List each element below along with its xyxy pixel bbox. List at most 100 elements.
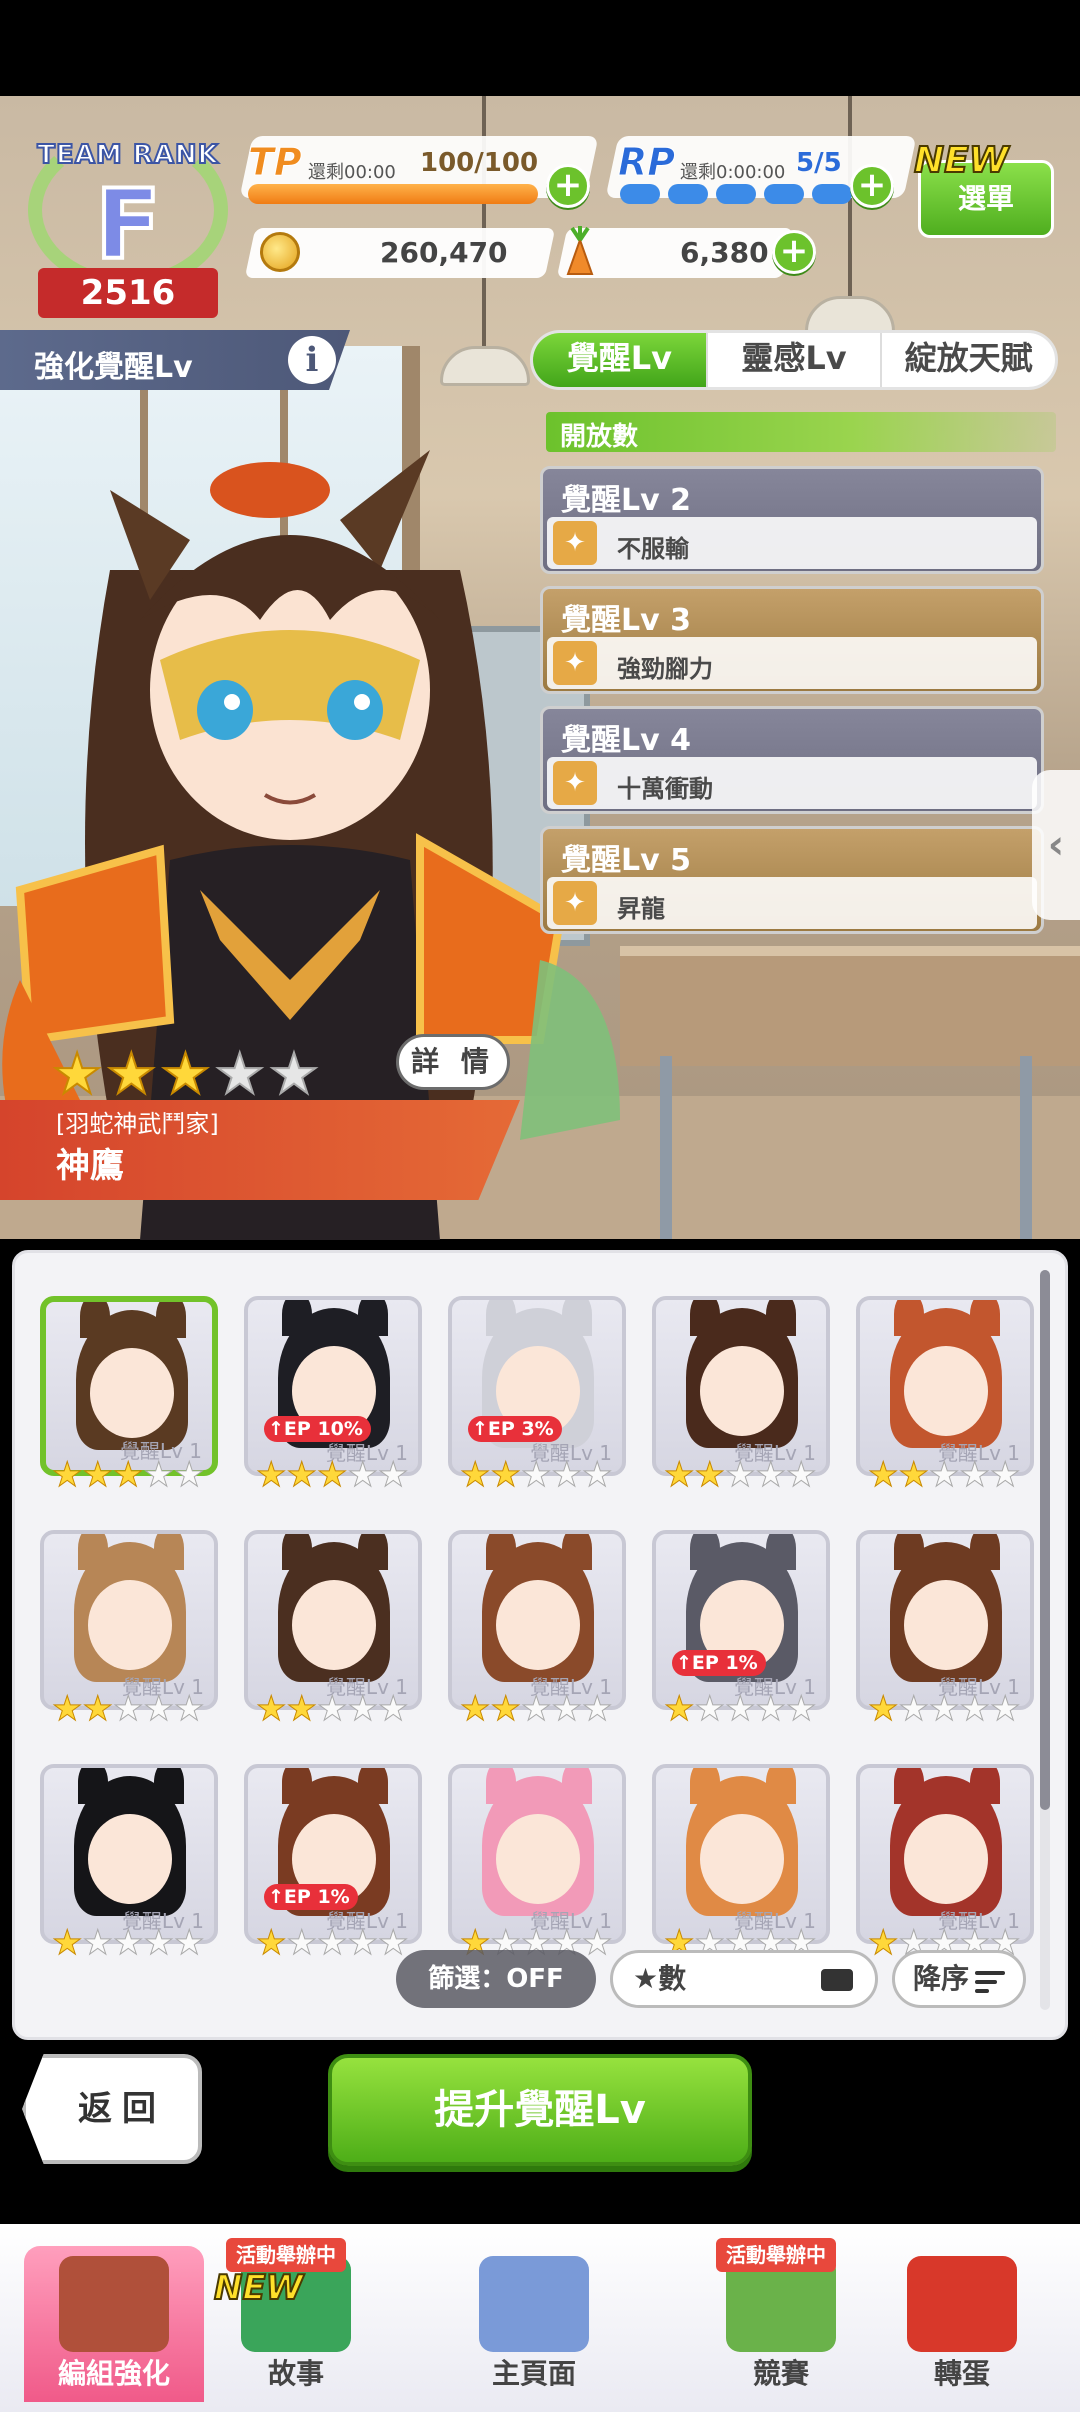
star-icon: ★	[867, 1455, 899, 1495]
nav-label: 故事	[267, 2357, 324, 2390]
money-value: 260,470	[380, 236, 508, 269]
team-rank-score: 2516	[38, 268, 218, 318]
star-icon: ★	[112, 1689, 144, 1729]
star-icon: ★	[286, 1923, 318, 1963]
awakening-level: 覺醒Lv 2	[561, 483, 691, 518]
star-icon: ★	[255, 1455, 287, 1495]
upgrade-awakening-button[interactable]: 提升覺醒Lv	[328, 2054, 752, 2166]
star-icon: ★	[898, 1455, 930, 1495]
back-button[interactable]: 返回	[22, 2054, 202, 2164]
sort-lines-icon	[975, 1971, 1005, 1998]
star-icon: ★	[785, 1689, 817, 1729]
star-icon: ★	[694, 1455, 726, 1495]
nav-gacha[interactable]: 轉蛋	[872, 2246, 1052, 2402]
awakening-card-lv5[interactable]: 覺醒Lv 5 ✦ 昇龍	[540, 826, 1044, 934]
rp-dot	[716, 184, 756, 204]
character-card[interactable]: 覺醒Lv 1	[856, 1296, 1034, 1476]
awakening-level: 覺醒Lv 4	[561, 723, 691, 758]
star-icon: ★	[173, 1923, 205, 1963]
character-card[interactable]: 覺醒Lv 1 ↑EP 1%	[652, 1530, 830, 1710]
awakening-card-lv2[interactable]: 覺醒Lv 2 ✦ 不服輸	[540, 466, 1044, 574]
desk	[620, 946, 1080, 1066]
carat-value: 6,380	[680, 236, 769, 269]
character-card[interactable]: 覺醒Lv 1	[448, 1530, 626, 1710]
order-label: 降序	[913, 1962, 970, 1995]
tab-bloom-talent[interactable]: 綻放天賦	[882, 333, 1055, 387]
star-icon: ★	[867, 1923, 899, 1963]
nav-label: 轉蛋	[933, 2357, 990, 2390]
character-card[interactable]: 覺醒Lv 1	[448, 1764, 626, 1944]
tab-awakening-lv[interactable]: 覺醒Lv	[533, 333, 708, 387]
nav-team-upgrade[interactable]: 編組強化	[24, 2246, 204, 2402]
star-icon: ★	[959, 1689, 991, 1729]
character-card[interactable]: 覺醒Lv 1	[40, 1530, 218, 1710]
character-card[interactable]: 覺醒Lv 1	[244, 1530, 422, 1710]
rp-count: 5/5	[796, 148, 842, 178]
star-icon: ★	[663, 1455, 695, 1495]
info-button[interactable]: i	[288, 336, 336, 384]
star-icon: ★	[989, 1455, 1021, 1495]
order-button[interactable]: 降序	[892, 1950, 1026, 2008]
star-icon: ★	[377, 1689, 409, 1729]
team-rank-title: TEAM RANK	[36, 139, 219, 171]
detail-button[interactable]: 詳 情	[396, 1034, 510, 1090]
character-card[interactable]: 覺醒Lv 1	[856, 1530, 1034, 1710]
tp-add-button[interactable]: +	[546, 164, 590, 208]
rp-dot	[764, 184, 804, 204]
running-skill-icon: ✦	[553, 521, 597, 565]
star-icon: ★	[82, 1689, 114, 1729]
star-icon: ★	[959, 1455, 991, 1495]
tp-remaining: 還剩00:00	[308, 162, 396, 183]
card-stars: ★ ★ ★ ★ ★	[867, 1455, 1021, 1495]
star-icon: ★	[377, 1923, 409, 1963]
rp-add-button[interactable]: +	[850, 164, 894, 208]
card-stars: ★ ★ ★ ★ ★	[255, 1455, 408, 1495]
star-icon: ★	[755, 1689, 787, 1729]
unlock-header: 開放數	[546, 412, 1056, 452]
star-icon: ★	[663, 1689, 695, 1729]
star-icon: ★	[82, 1923, 114, 1963]
star-icon: ★	[286, 1689, 318, 1729]
side-panel-toggle[interactable]: ‹	[1032, 770, 1080, 920]
star-icon: ★	[286, 1455, 318, 1495]
card-stars: ★ ★ ★ ★ ★	[867, 1689, 1020, 1729]
character-card[interactable]: 覺醒Lv 1	[40, 1296, 218, 1476]
section-title-text: 強化覺醒Lv	[34, 350, 193, 385]
rp-dots	[620, 184, 852, 204]
team-rank-badge[interactable]: TEAM RANK F 2516	[18, 110, 238, 318]
awakening-card-lv4[interactable]: 覺醒Lv 4 ✦ 十萬衝動	[540, 706, 1044, 814]
character-card[interactable]: 覺醒Lv 1 ↑EP 10%	[244, 1296, 422, 1476]
star-icon: ★	[520, 1689, 552, 1729]
character-card[interactable]: 覺醒Lv 1	[652, 1764, 830, 1944]
scrollbar-thumb[interactable]	[1040, 1270, 1050, 1810]
awakening-card-lv3[interactable]: 覺醒Lv 3 ✦ 強勁腳力	[540, 586, 1044, 694]
running-skill-icon: ✦	[553, 641, 597, 685]
star-icon: ★	[490, 1689, 522, 1729]
filter-button[interactable]: 篩選：OFF	[396, 1950, 596, 2008]
nav-label: 主頁面	[491, 2357, 576, 2390]
character-card[interactable]: 覺醒Lv 1	[40, 1764, 218, 1944]
tp-bar-fill	[248, 184, 538, 204]
star-icon: ★	[316, 1689, 348, 1729]
star-icon: ★	[898, 1689, 930, 1729]
character-name: 神鷹	[56, 1146, 124, 1186]
star-icon: ★	[51, 1042, 103, 1107]
sort-button[interactable]: ★數	[610, 1950, 878, 2008]
window-icon	[821, 1969, 853, 1991]
character-card[interactable]: 覺醒Lv 1 ↑EP 3%	[448, 1296, 626, 1476]
awakening-tabs: 覺醒Lv 靈感Lv 綻放天賦	[530, 330, 1058, 390]
star-icon: ★	[490, 1455, 522, 1495]
nav-home[interactable]: 主頁面	[392, 2246, 676, 2402]
star-icon: ★	[112, 1923, 144, 1963]
coin-icon	[260, 232, 300, 272]
nav-label: 競賽	[752, 2357, 809, 2390]
star-icon: ★	[82, 1455, 114, 1495]
character-card[interactable]: 覺醒Lv 1 ↑EP 1%	[244, 1764, 422, 1944]
card-stars: ★ ★ ★ ★ ★	[255, 1923, 409, 1963]
star-icon: ★	[928, 1455, 960, 1495]
tab-inspiration-lv[interactable]: 靈感Lv	[708, 333, 883, 387]
character-card[interactable]: 覺醒Lv 1	[856, 1764, 1034, 1944]
star-icon: ★	[255, 1689, 287, 1729]
carat-add-button[interactable]: +	[772, 230, 816, 274]
character-card[interactable]: 覺醒Lv 1	[652, 1296, 830, 1476]
